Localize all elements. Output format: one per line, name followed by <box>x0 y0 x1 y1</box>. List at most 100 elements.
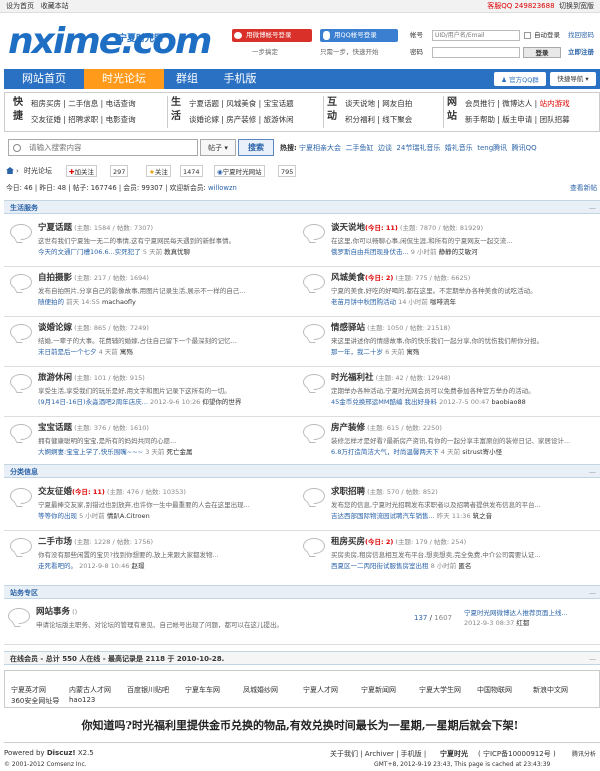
friend-link[interactable]: 宁夏英才网 <box>11 685 46 695</box>
forum-name[interactable]: 情感驿站 (主题: 1050 / 帖数: 21518) <box>331 322 450 334</box>
friend-link[interactable]: 凤城婚纱网 <box>243 685 278 695</box>
last-post-link[interactable]: 今天的文通厂门槽106.6...实死犯了 <box>38 248 141 256</box>
breadcrumb-forum[interactable]: 时光论坛 <box>24 163 52 179</box>
last-post-user[interactable]: 情趴A.Citroen <box>107 512 150 520</box>
auto-login-checkbox[interactable] <box>524 32 531 39</box>
service-qq[interactable]: 客服QQ 249823688 <box>487 2 554 10</box>
set-homepage-link[interactable]: 设为首页 <box>6 2 34 10</box>
last-post-link[interactable]: 西夏区一二丙阳街试服售房室出租 <box>331 562 429 570</box>
view-new-posts-link[interactable]: 查看新帖 <box>570 182 597 192</box>
last-post-link[interactable]: 大婀婀妻:宝宝上学了,快乐围嘴~~~ <box>38 448 143 456</box>
forum-name[interactable]: 租房买房(今日: 2) (主题: 179 / 帖数: 254) <box>331 536 466 548</box>
last-post-link[interactable]: 随便拍的 <box>38 298 64 306</box>
quick-links-row[interactable]: 租房买房 | 二手信息 | 电话查询 <box>31 97 136 111</box>
quick-links-row[interactable]: 谈婚论嫁 | 房产装修 | 旅游休闲 <box>189 113 294 127</box>
search-type-select[interactable]: 帖子 ▾ <box>200 139 236 156</box>
last-post-user[interactable]: 寓殇 <box>406 348 419 356</box>
section-life-header[interactable]: 生活服务 — <box>4 200 600 214</box>
last-post-user[interactable]: 匿名 <box>458 562 471 570</box>
last-post-link[interactable]: 等等你的出现 <box>38 512 77 520</box>
last-post-link[interactable]: 老苗月饼中秋团购活动 <box>331 298 396 306</box>
account-input[interactable] <box>432 30 520 41</box>
switch-wide-link[interactable]: 切换到宽版 <box>559 2 594 10</box>
friend-link[interactable]: 中国物联网 <box>477 685 512 695</box>
last-post-user[interactable]: baobiao88 <box>492 398 526 406</box>
hot-search-item[interactable]: 边谈 <box>378 144 392 152</box>
search-button[interactable]: 搜索 <box>238 139 274 156</box>
forum-card[interactable]: 房产装修 (主题: 615 / 帖数: 2250) 装修怎样才是好看?最新房产资讯… <box>303 422 593 474</box>
forum-name[interactable]: 谈天说地(今日: 11) (主题: 7870 / 帖数: 81929) <box>331 222 483 234</box>
hot-search-item[interactable]: 腾讯QQ <box>512 144 537 152</box>
forum-name[interactable]: 宝宝话题 (主题: 376 / 帖数: 1610) <box>38 422 149 434</box>
login-button[interactable]: 登录 <box>523 47 561 58</box>
nav-home[interactable]: 网站首页 <box>4 69 84 89</box>
footer-links[interactable]: 关于我们 | Archiver | 手机版 | <box>330 749 426 759</box>
password-input[interactable] <box>432 47 520 58</box>
friend-link[interactable]: 宁夏新闻网 <box>361 685 396 695</box>
last-post-user[interactable]: 教真忧聊 <box>164 248 190 256</box>
forum-name[interactable]: 房产装修 (主题: 615 / 帖数: 2250) <box>331 422 442 434</box>
last-post-user[interactable]: machaofly <box>102 298 136 306</box>
last-post-user[interactable]: 死亡金属 <box>166 448 192 456</box>
last-post-link[interactable]: 45金币兑换邢运MM酷编 我出好身料 <box>331 398 437 406</box>
hot-search-item[interactable]: 24节瑞礼音乐 <box>396 144 440 152</box>
forum-name[interactable]: 自拍摄影 (主题: 217 / 帖数: 1694) <box>38 272 149 284</box>
last-post-link[interactable]: 走死看吧的。 <box>38 562 77 570</box>
weibo-login-button[interactable]: 用微博帐号登录 <box>232 29 312 42</box>
site-follow-button[interactable]: ◉宁夏时光网站 <box>214 165 265 177</box>
search-input[interactable] <box>8 139 198 156</box>
nav-mobile[interactable]: 手机版 <box>210 69 270 89</box>
hot-search-item[interactable]: teng腾讯 <box>477 144 507 152</box>
home-icon[interactable] <box>6 167 14 174</box>
find-password-link[interactable]: 找回密码 <box>568 29 594 42</box>
register-link[interactable]: 立即注册 <box>568 46 594 59</box>
forum-name[interactable]: 二手市场 (主题: 1228 / 帖数: 1756) <box>38 536 153 548</box>
last-post-link[interactable]: 那一年，我二十岁 <box>331 348 383 356</box>
last-post-link[interactable]: 6.8万打造简洁大气，时尚温馨两天下 <box>331 448 439 456</box>
last-post-link[interactable]: 吉达西部国际物流园试聘汽车销售... <box>331 512 435 520</box>
quick-links-row[interactable]: 谈天说地 | 网友自拍 <box>345 97 412 111</box>
quick-links-row[interactable]: 积分福利 | 线下聚会 <box>345 113 412 127</box>
last-post-user[interactable]: 仰望你的世界 <box>202 398 241 406</box>
online-members-bar[interactable]: 在线会员 - 总计 550 人在线 - 最高记录是 2118 于 2010-10… <box>4 651 600 665</box>
forum-card[interactable]: 二手市场 (主题: 1228 / 帖数: 1756) 你有没有那些闲置的宝贝?找到… <box>10 536 300 588</box>
forum-name[interactable]: 交友征婚(今日: 11) (主题: 476 / 帖数: 10353) <box>38 486 186 498</box>
hot-search-item[interactable]: 婚礼音乐 <box>445 144 473 152</box>
friend-link[interactable]: 内蒙古人才网 <box>69 685 111 695</box>
friend-link[interactable]: 宁夏车车网 <box>185 685 220 695</box>
nav-forum[interactable]: 时光论坛 <box>84 69 164 89</box>
forum-name[interactable]: 旅游休闲 (主题: 101 / 帖数: 915) <box>38 372 145 384</box>
last-post-user[interactable]: 寓殇 <box>120 348 133 356</box>
friend-link[interactable]: 360安全网址导 <box>11 696 59 706</box>
last-post-link[interactable]: (9月14日-16日)永淼酒吧2周年店庆... <box>38 398 148 406</box>
last-post-link[interactable]: 俄罗斯自由兵团现身伏击... <box>331 248 409 256</box>
last-post-user[interactable]: 静静的艾敏河 <box>439 248 478 256</box>
friend-link[interactable]: 宁夏人才网 <box>303 685 338 695</box>
qq-login-button[interactable]: 用QQ帐号登录 <box>320 29 398 42</box>
follow-button[interactable]: ✚加关注 <box>66 165 97 177</box>
forum-name[interactable]: 风城美食(今日: 2) (主题: 775 / 帖数: 6625) <box>331 272 470 284</box>
forum-name[interactable]: 宁夏话题 (主题: 1584 / 帖数: 7307) <box>38 222 153 234</box>
forum-name[interactable]: 谈婚论嫁 (主题: 865 / 帖数: 7249) <box>38 322 149 334</box>
site-logo[interactable]: nxime.com <box>8 22 212 62</box>
friend-link[interactable]: hao123 <box>69 696 95 704</box>
last-post-link[interactable]: 末日前是后一个七夕 <box>38 348 97 356</box>
tencent-analytics-link[interactable]: 腾讯分析 <box>572 749 596 758</box>
forum-name[interactable]: 时光福利社 (主题: 42 / 帖数: 12948) <box>331 372 450 384</box>
friend-link[interactable]: 百度银川贴吧 <box>127 685 169 695</box>
bookmark-link[interactable]: 收藏本站 <box>41 2 69 10</box>
quick-links-row[interactable]: 交友征婚 | 招聘求职 | 电影查询 <box>31 113 136 127</box>
quick-links-row[interactable]: 新手帮助 | 版主申请 | 团队招募 <box>465 113 570 127</box>
quick-links-row[interactable]: 宁夏话题 | 风城美食 | 宝宝话题 <box>189 97 294 111</box>
last-post-user[interactable]: sitrust寄小怪 <box>462 448 502 456</box>
last-post-user[interactable]: 咖啡流年 <box>430 298 456 306</box>
newest-member-link[interactable]: willowzn <box>208 184 237 192</box>
hot-search-item[interactable]: 二手鱼缸 <box>346 144 374 152</box>
quick-links-row[interactable]: 会员推行 | 微博达人 | 站内游戏 <box>465 97 570 111</box>
qq-group-button[interactable]: ♟ 官方QQ群 <box>494 72 546 86</box>
nav-groups[interactable]: 群组 <box>164 69 210 89</box>
last-post-user[interactable]: 筑之音 <box>473 512 493 520</box>
forum-name[interactable]: 求职招聘 (主题: 570 / 帖数: 852) <box>331 486 438 498</box>
friend-link[interactable]: 宁夏大学生网 <box>419 685 461 695</box>
fav-button[interactable]: ★关注 <box>146 165 171 177</box>
